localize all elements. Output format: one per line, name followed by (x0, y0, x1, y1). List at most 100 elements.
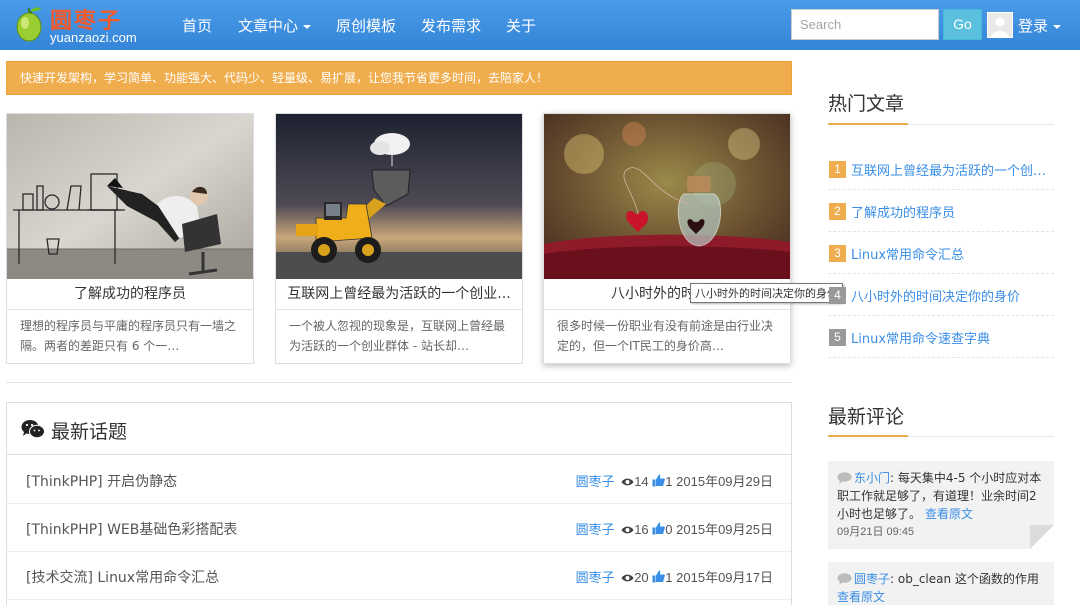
caret-down-icon (303, 24, 312, 29)
topic-date: 2015年09月17日 (676, 570, 773, 585)
rank-badge: 1 (829, 161, 846, 178)
login-menu[interactable]: 登录 (1018, 15, 1062, 36)
hot-article-link[interactable]: 八小时外的时间决定你的身价 (851, 286, 1053, 305)
view-original-link[interactable]: 查看原文 (925, 507, 973, 521)
nav-item-label: 发布需求 (421, 17, 482, 35)
nav-item-home[interactable]: 首页 (182, 15, 212, 36)
card-title-tooltip: 八小时外的时间决定你的身价 (690, 283, 843, 303)
latest-topics-header: 最新话题 (7, 403, 791, 455)
card-image-man-at-desk[interactable] (7, 114, 253, 279)
like-count: 1 (665, 474, 673, 489)
topic-meta: 圆枣子 14 1 2015年09月29日 (576, 471, 773, 490)
hot-articles-accent (828, 123, 908, 125)
card-title[interactable]: 互联网上曾经最为活跃的一个创业... (276, 279, 522, 310)
rank-badge: 3 (829, 245, 846, 262)
card-image-heart-jar[interactable] (544, 114, 790, 279)
man-at-desk-illustration (7, 114, 253, 279)
hot-article-link[interactable]: 互联网上曾经最为活跃的一个创业... (851, 160, 1053, 179)
view-original-link[interactable]: 查看原文 (837, 590, 885, 604)
nav-item-post-request[interactable]: 发布需求 (421, 15, 481, 36)
comment-author-link[interactable]: 东小门 (854, 471, 890, 485)
search-go-button[interactable]: Go (943, 9, 982, 40)
topic-title-link[interactable]: [ThinkPHP] WEB基础色彩搭配表 (26, 519, 237, 539)
thumbs-up-icon (652, 570, 666, 583)
article-card[interactable]: 八小时外的时间决 很多时候一份职业有没有前途是由行业决定的，但一个IT民工的身价… (543, 113, 791, 364)
table-row[interactable]: [ThinkPHP] 开启伪静态 圆枣子 14 1 2015年09月29日 (7, 456, 791, 504)
list-item[interactable]: 3 Linux常用命令汇总 (828, 232, 1054, 274)
topic-author-link[interactable]: 圆枣子 (576, 475, 615, 490)
list-item[interactable]: 1 互联网上曾经最为活跃的一个创业... (828, 148, 1054, 190)
like-count: 1 (665, 570, 673, 585)
topic-date: 2015年09月29日 (676, 474, 773, 489)
wheel-loader-illustration (276, 114, 522, 279)
comment-bubble-icon (837, 472, 852, 484)
card-image-wheel-loader[interactable] (276, 114, 522, 279)
rank-badge: 2 (829, 203, 846, 220)
topic-title-link[interactable]: [ThinkPHP] 开启伪静态 (26, 471, 177, 491)
wechat-icon (21, 420, 45, 439)
thumbs-up-icon (652, 474, 666, 487)
login-label: 登录 (1018, 17, 1049, 35)
logo-text-domain: yuanzaozi.com (50, 30, 137, 45)
latest-comments-accent (828, 435, 908, 437)
comment-card: 东小门: 每天集中4-5 个小时应对本职工作就足够了，有道理！业余时间2小时也足… (828, 461, 1054, 549)
section-divider (6, 382, 792, 383)
user-icon (991, 17, 1009, 37)
hot-articles-title: 热门文章 (828, 93, 905, 115)
topic-author-link[interactable]: 圆枣子 (576, 571, 615, 586)
list-item[interactable]: 5 Linux常用命令速查字典 (828, 316, 1054, 358)
hot-article-link[interactable]: Linux常用命令汇总 (851, 244, 1053, 263)
table-row[interactable]: [技术交流] Linux常用命令汇总 圆枣子 20 1 2015年09月17日 (7, 552, 791, 600)
comment-text: : ob_clean 这个函数的作用 (890, 572, 1039, 586)
latest-comments-title: 最新评论 (828, 406, 905, 428)
rank-badge: 4 (829, 287, 846, 304)
list-item[interactable]: 2 了解成功的程序员 (828, 190, 1054, 232)
topic-date: 2015年09月25日 (676, 522, 773, 537)
card-description: 一个被人忽视的现象是，互联网上曾经最为活跃的一个创业群体 - 站长却… (289, 319, 506, 353)
nav-item-templates[interactable]: 原创模板 (336, 15, 396, 36)
nav-item-articles[interactable]: 文章中心 (238, 15, 312, 36)
card-title[interactable]: 了解成功的程序员 (7, 279, 253, 310)
card-description: 很多时候一份职业有没有前途是由行业决定的，但一个IT民工的身价高… (557, 319, 774, 353)
card-description: 理想的程序员与平庸的程序员只有一墙之隔。两者的差距只有 6 个一… (20, 319, 237, 353)
avatar[interactable] (987, 12, 1013, 38)
table-row[interactable]: [ThinkPHP] WEB基础色彩搭配表 圆枣子 16 0 2015年09月2… (7, 504, 791, 552)
topic-meta: 圆枣子 20 1 2015年09月17日 (576, 567, 773, 586)
comment-author-link[interactable]: 圆枣子 (854, 572, 890, 586)
view-count: 16 (634, 522, 649, 537)
eye-icon (621, 574, 634, 582)
heart-jar-illustration (544, 114, 790, 279)
comment-time: 09月21日 09:45 (837, 526, 915, 538)
view-count: 14 (634, 474, 649, 489)
hot-article-link[interactable]: 了解成功的程序员 (851, 202, 1053, 221)
nav-item-about[interactable]: 关于 (506, 15, 536, 36)
eye-icon (621, 526, 634, 534)
comment-corner-fold (1030, 525, 1054, 549)
jujube-logo-icon (16, 7, 42, 42)
rank-badge: 5 (829, 329, 846, 346)
site-logo[interactable]: 圆枣子 yuanzaozi.com (10, 3, 160, 47)
view-count: 20 (634, 570, 649, 585)
article-card[interactable]: 互联网上曾经最为活跃的一个创业... 一个被人忽视的现象是，互联网上曾经最为活跃… (275, 113, 523, 364)
eye-icon (621, 478, 634, 486)
article-card[interactable]: 了解成功的程序员 理想的程序员与平庸的程序员只有一墙之隔。两者的差距只有 6 个… (6, 113, 254, 364)
comment-bubble-icon (837, 573, 852, 585)
list-item[interactable]: 4 八小时外的时间决定你的身价 (828, 274, 1054, 316)
nav-item-label: 首页 (182, 17, 213, 35)
comment-card: 圆枣子: ob_clean 这个函数的作用 查看原文 (828, 562, 1054, 605)
topic-meta: 圆枣子 16 0 2015年09月25日 (576, 519, 773, 538)
nav-item-label: 文章中心 (238, 17, 299, 35)
nav-item-label: 关于 (506, 17, 537, 35)
search-input[interactable] (791, 9, 939, 40)
notice-banner: 快速开发架构，学习简单、功能强大、代码少、轻量级、易扩展，让您我节省更多时间，去… (6, 61, 792, 95)
caret-down-icon (1053, 24, 1062, 29)
nav-item-label: 原创模板 (336, 17, 397, 35)
latest-topics-panel: 最新话题 [ThinkPHP] 开启伪静态 圆枣子 14 1 2015年09月2… (6, 402, 792, 605)
topic-title-link[interactable]: [技术交流] Linux常用命令汇总 (26, 567, 219, 587)
hot-article-link[interactable]: Linux常用命令速查字典 (851, 328, 1053, 347)
latest-topics-title: 最新话题 (51, 421, 128, 443)
thumbs-up-icon (652, 522, 666, 535)
top-navbar: 圆枣子 yuanzaozi.com 首页 文章中心 原创模板 发布需求 关于 G… (0, 0, 1080, 50)
topic-author-link[interactable]: 圆枣子 (576, 523, 615, 538)
like-count: 0 (665, 522, 673, 537)
